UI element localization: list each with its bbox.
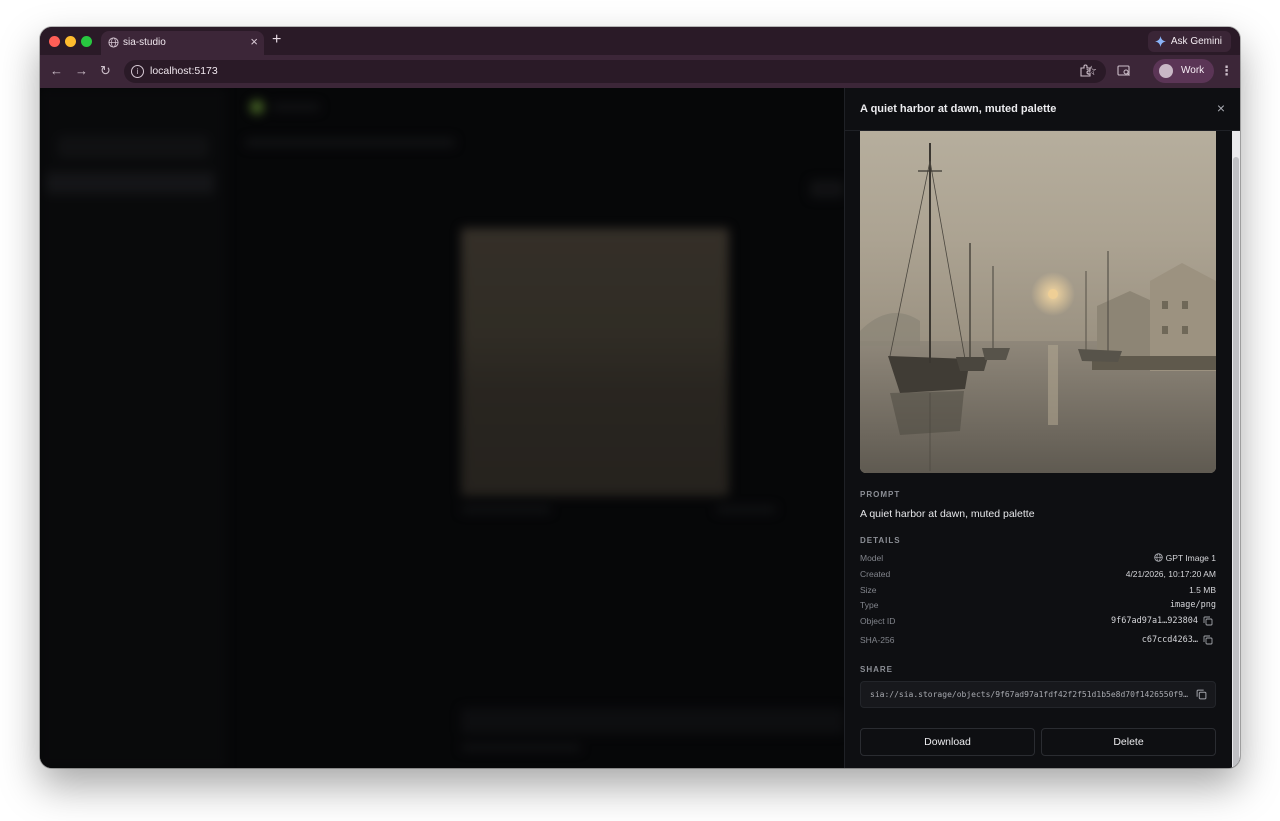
detail-value: image/png <box>1169 600 1216 610</box>
download-button[interactable]: Download <box>860 728 1035 756</box>
gemini-sparkle-icon <box>1154 36 1166 47</box>
back-arrow-icon[interactable]: ← <box>50 64 63 78</box>
detail-row-created: Created 4/21/2026, 10:17:20 AM <box>860 566 1216 582</box>
panel-title: A quiet harbor at dawn, muted palette <box>860 103 1057 115</box>
prompt-text: A quiet harbor at dawn, muted palette <box>860 508 1035 520</box>
browser-menu-icon[interactable]: ⋮ <box>1220 64 1233 78</box>
share-url: sia://sia.storage/objects/9f67ad97a1fdf4… <box>870 690 1188 699</box>
detail-key: Object ID <box>860 616 896 626</box>
reload-icon[interactable]: ↻ <box>100 64 111 78</box>
close-tab-icon[interactable]: × <box>250 35 258 49</box>
close-panel-icon[interactable]: × <box>1217 100 1225 116</box>
profile-button[interactable]: Work <box>1153 59 1215 83</box>
generated-image <box>860 131 1216 473</box>
harbor-painting <box>860 131 1216 473</box>
browser-tab-sia-studio[interactable]: sia-studio × <box>101 31 264 55</box>
detail-row-sha256: SHA-256 c67ccd4263… <box>860 632 1216 648</box>
panel-scrollbar[interactable] <box>1232 131 1240 768</box>
detail-row-model: Model GPT Image 1 <box>860 550 1216 566</box>
model-globe-icon <box>1153 553 1163 562</box>
tab-strip: sia-studio × + Ask Gemini <box>40 27 1240 55</box>
extensions-puzzle-icon[interactable] <box>1079 64 1093 78</box>
address-bar-url: localhost:5173 <box>150 65 218 77</box>
image-details-panel: A quiet harbor at dawn, muted palette × <box>844 88 1240 768</box>
detail-key: Type <box>860 600 879 610</box>
detail-value: 1.5 MB <box>1189 585 1216 595</box>
ask-gemini-button[interactable]: Ask Gemini <box>1147 31 1231 52</box>
page-content: A quiet harbor at dawn, muted palette × <box>40 88 1240 768</box>
share-section-label: SHARE <box>860 665 894 674</box>
delete-button[interactable]: Delete <box>1041 728 1216 756</box>
share-link-field[interactable]: sia://sia.storage/objects/9f67ad97a1fdf4… <box>860 681 1216 708</box>
address-bar[interactable]: i localhost:5173 ☆ <box>124 60 1106 83</box>
minimize-window-button[interactable] <box>65 36 76 47</box>
zoom-window-button[interactable] <box>81 36 92 47</box>
detail-value: GPT Image 1 <box>1153 553 1216 563</box>
panel-header: A quiet harbor at dawn, muted palette × <box>845 88 1240 131</box>
tab-search-icon[interactable] <box>1117 64 1131 78</box>
model-name: GPT Image 1 <box>1165 553 1216 563</box>
detail-key: Created <box>860 569 891 579</box>
globe-icon <box>108 37 119 48</box>
detail-row-size: Size 1.5 MB <box>860 582 1216 598</box>
forward-arrow-icon[interactable]: → <box>75 64 88 78</box>
copy-object-id-icon[interactable] <box>1203 616 1213 626</box>
profile-avatar <box>1159 64 1173 78</box>
ask-gemini-label: Ask Gemini <box>1170 36 1222 47</box>
detail-key: Size <box>860 585 877 595</box>
modal-backdrop[interactable] <box>40 88 844 768</box>
detail-key: SHA-256 <box>860 635 895 645</box>
browser-toolbar: ← → ↻ i localhost:5173 ☆ Work ⋮ <box>40 55 1240 88</box>
panel-scrollbar-thumb[interactable] <box>1233 157 1239 768</box>
site-info-icon[interactable]: i <box>131 65 144 78</box>
detail-value: c67ccd4263… <box>1141 635 1198 645</box>
detail-key: Model <box>860 553 884 563</box>
copy-share-link-icon[interactable] <box>1196 689 1207 700</box>
browser-window: sia-studio × + Ask Gemini ← → ↻ i localh… <box>40 27 1240 768</box>
details-section-label: DETAILS <box>860 536 901 545</box>
prompt-section-label: PROMPT <box>860 490 901 499</box>
detail-row-type: Type image/png <box>860 597 1216 613</box>
tab-title: sia-studio <box>123 37 166 48</box>
copy-sha256-icon[interactable] <box>1203 635 1213 645</box>
profile-label: Work <box>1181 65 1205 76</box>
detail-value: 4/21/2026, 10:17:20 AM <box>1125 569 1216 579</box>
detail-value: 9f67ad97a1…923804 <box>1111 616 1198 626</box>
new-tab-button[interactable]: + <box>272 31 281 49</box>
close-window-button[interactable] <box>49 36 60 47</box>
detail-row-object-id: Object ID 9f67ad97a1…923804 <box>860 613 1216 629</box>
